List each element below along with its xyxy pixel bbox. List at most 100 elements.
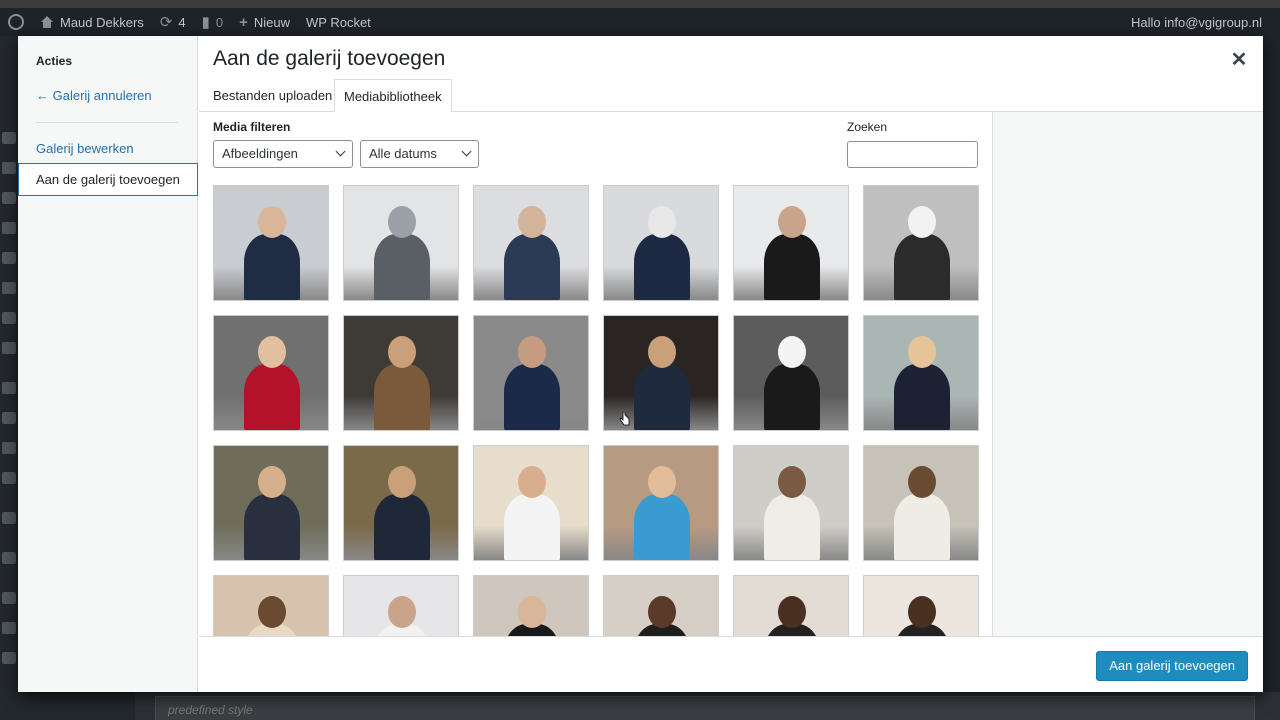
cancel-gallery-link[interactable]: ← Galerij annuleren [36,88,152,103]
thumbnail-photo [604,446,718,560]
photo-figure [244,364,300,430]
attachment-thumbnail[interactable] [863,185,979,301]
photo-figure [894,364,950,430]
attachment-thumbnail[interactable] [733,185,849,301]
attachment-thumbnail[interactable] [213,575,329,636]
tab-media-library[interactable]: Mediabibliotheek [334,79,452,113]
attachment-thumbnail[interactable] [473,185,589,301]
menu-icon[interactable] [2,282,16,294]
add-to-gallery-button[interactable]: Aan galerij toevoegen [1096,651,1248,681]
site-name-item[interactable]: Maud Dekkers [32,8,152,36]
menu-icon[interactable] [2,162,16,174]
attachment-thumbnail[interactable] [213,445,329,561]
attachment-thumbnail[interactable] [343,575,459,636]
photo-figure [634,234,690,300]
thumbnail-photo [344,186,458,300]
menu-icon[interactable] [2,552,16,564]
media-modal: Acties ← Galerij annuleren Galerij bewer… [18,36,1263,692]
menu-icon[interactable] [2,592,16,604]
thumbnail-photo [734,186,848,300]
photo-head [518,466,546,498]
menu-icon[interactable] [2,652,16,664]
menu-icon[interactable] [2,622,16,634]
attachment-thumbnail[interactable] [863,575,979,636]
thumbnail-photo [734,576,848,636]
admin-side-menu [0,36,18,720]
attachment-thumbnail[interactable] [603,445,719,561]
attachment-thumbnail[interactable] [863,445,979,561]
menu-icon[interactable] [2,342,16,354]
search-input[interactable] [847,141,978,168]
attachment-thumbnail[interactable] [603,185,719,301]
photo-figure [374,494,430,560]
wp-rocket-label: WP Rocket [306,14,371,30]
attachment-thumbnail[interactable] [343,315,459,431]
photo-figure [504,234,560,300]
attachment-thumbnail[interactable] [473,575,589,636]
menu-icon[interactable] [2,192,16,204]
attachment-thumbnail[interactable] [733,575,849,636]
thumbnail-photo [864,446,978,560]
photo-figure [634,364,690,430]
photo-head [388,206,416,238]
date-select[interactable]: Alle datums [360,140,479,168]
photo-head [258,596,286,628]
comments-item[interactable]: ▮ 0 [194,8,232,36]
menu-icon[interactable] [2,442,16,454]
attachment-thumbnail[interactable] [213,315,329,431]
photo-head [518,206,546,238]
menu-icon[interactable] [2,252,16,264]
thumbnail-photo [214,576,328,636]
photo-head [518,336,546,368]
wp-rocket-item[interactable]: WP Rocket [298,8,379,36]
tab-upload-files[interactable]: Bestanden uploaden [204,79,341,112]
menu-icon[interactable] [2,132,16,144]
photo-figure [504,494,560,560]
thumbnail-photo [344,446,458,560]
updates-item[interactable]: ⟳ 4 [152,8,194,36]
close-icon[interactable]: ✕ [1226,48,1252,74]
attachment-thumbnail[interactable] [343,445,459,561]
thumbnail-photo [474,186,588,300]
menu-icon[interactable] [2,512,16,524]
plus-icon: + [239,13,248,31]
menu-icon[interactable] [2,312,16,324]
attachment-thumbnail[interactable] [733,445,849,561]
photo-figure [764,364,820,430]
menu-icon[interactable] [2,382,16,394]
photo-head [648,596,676,628]
photo-head [388,336,416,368]
wordpress-logo-icon [8,14,24,30]
menu-icon[interactable] [2,412,16,424]
photo-figure [634,494,690,560]
edit-gallery-link[interactable]: Galerij bewerken [36,141,134,156]
pointer-cursor-icon [620,412,630,426]
account-item[interactable]: Hallo info@vgigroup.nl [1123,8,1280,36]
attachment-thumbnail[interactable] [343,185,459,301]
media-filter-label: Media filteren [213,120,291,134]
attachment-thumbnail[interactable] [603,575,719,636]
thumbnail-photo [344,576,458,636]
attachment-thumbnail[interactable] [863,315,979,431]
thumbnail-photo [864,576,978,636]
attachment-thumbnail[interactable] [733,315,849,431]
menu-icon[interactable] [2,222,16,234]
thumbnail-photo [214,186,328,300]
photo-figure [504,364,560,430]
media-menu: Acties ← Galerij annuleren Galerij bewer… [18,36,198,692]
media-toolbar: Aan galerij toevoegen [199,636,1263,692]
photo-head [648,336,676,368]
wordpress-logo-item[interactable] [0,8,32,36]
media-type-select[interactable]: Afbeeldingen [213,140,353,168]
photo-head [908,596,936,628]
attachment-thumbnail[interactable] [473,315,589,431]
thumbnail-photo [474,316,588,430]
new-item[interactable]: + Nieuw [231,8,298,36]
menu-icon[interactable] [2,472,16,484]
add-to-gallery-menu-item[interactable]: Aan de galerij toevoegen [18,163,198,196]
photo-figure [374,364,430,430]
attachment-thumbnail[interactable] [473,445,589,561]
window-top-strip [0,0,1280,8]
attachment-thumbnail[interactable] [213,185,329,301]
thumbnail-photo [604,576,718,636]
